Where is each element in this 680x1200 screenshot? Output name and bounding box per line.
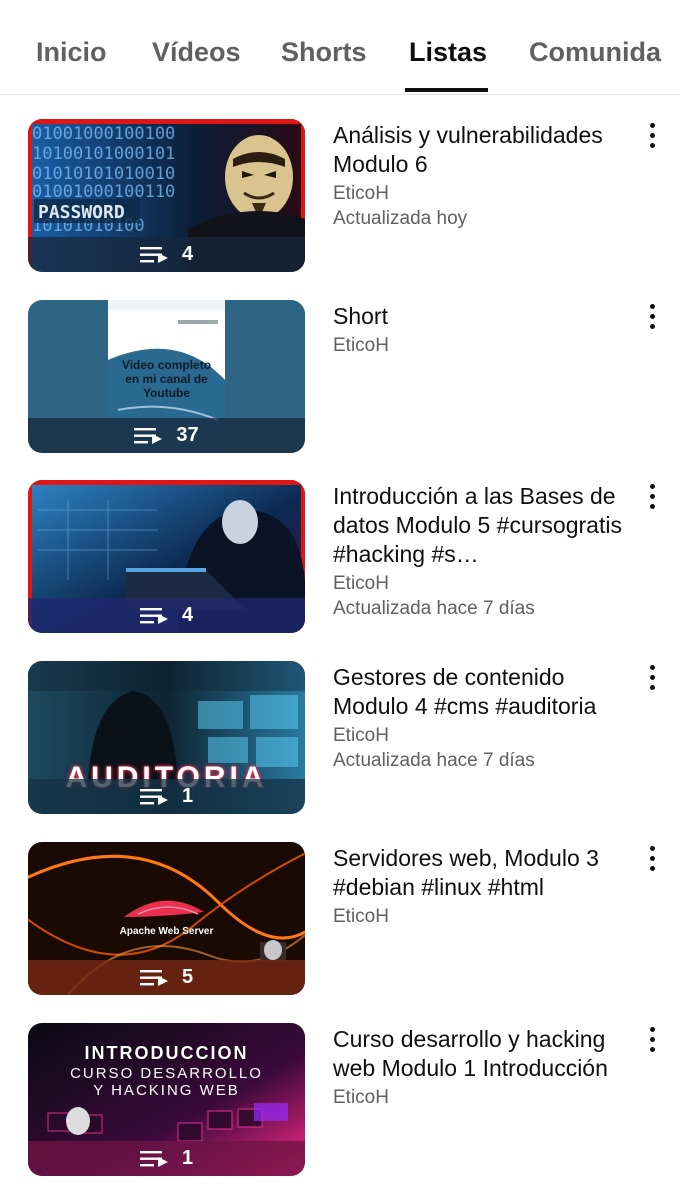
tab-shorts[interactable]: Shorts: [281, 0, 367, 94]
playlist-title[interactable]: Servidores web, Modulo 3 #debian #linux …: [333, 844, 633, 902]
playlist-title[interactable]: Curso desarrollo y hacking web Modulo 1 …: [333, 1025, 633, 1083]
playlist-thumbnail[interactable]: INTRODUCCION CURSO DESARROLLO Y HACKING …: [28, 1023, 305, 1176]
more-vert-icon[interactable]: [640, 482, 664, 510]
playlist-thumbnail[interactable]: AUDITORIA 1: [28, 661, 305, 814]
more-vert-icon[interactable]: [640, 663, 664, 691]
playlist-count-overlay: 1: [28, 779, 305, 814]
more-vert-icon[interactable]: [640, 121, 664, 149]
video-count: 4: [181, 604, 194, 626]
playlist-count-overlay: 4: [28, 237, 305, 272]
playlist-title[interactable]: Gestores de contenido Modulo 4 #cms #aud…: [333, 663, 633, 721]
more-vert-icon[interactable]: [640, 1025, 664, 1053]
playlist-item[interactable]: 01001000100100 10100101000101 0101010101…: [0, 119, 680, 279]
playlist-icon: [139, 1150, 168, 1167]
tab-videos[interactable]: Vídeos: [152, 0, 241, 94]
playlist-icon: [139, 246, 168, 263]
playlist-count-overlay: 4: [28, 598, 305, 633]
playlist-count-overlay: 37: [28, 418, 305, 453]
updated-label: Actualizada hace 7 días: [333, 750, 535, 771]
updated-label: Actualizada hace 7 días: [333, 598, 535, 619]
thumbnail-caption: Video completo en mi canal de Youtube: [121, 358, 212, 400]
playlist-icon: [134, 427, 163, 444]
playlist-icon: [139, 607, 168, 624]
thumbnail-heading: INTRODUCCION: [84, 1043, 249, 1063]
playlist-title[interactable]: Short: [333, 302, 633, 331]
thumbnail-caption: Y HACKING WEB: [93, 1082, 240, 1099]
playlist-item[interactable]: INTRODUCCION CURSO DESARROLLO Y HACKING …: [0, 1023, 680, 1183]
channel-name[interactable]: EticoH: [333, 1085, 633, 1110]
playlist-item[interactable]: Apache Web Server 5 Servidores web, Modu…: [0, 842, 680, 1002]
video-count: 37: [176, 424, 199, 446]
playlist-thumbnail[interactable]: 4: [28, 480, 305, 633]
playlist-item[interactable]: Video completo en mi canal de Youtube 37…: [0, 300, 680, 460]
tab-inicio[interactable]: Inicio: [36, 0, 107, 94]
channel-tabs: Inicio Vídeos Shorts Listas Comunida: [0, 0, 680, 95]
playlist-title[interactable]: Introducción a las Bases de datos Modulo…: [333, 482, 633, 569]
active-tab-indicator: [405, 88, 488, 92]
playlist-item[interactable]: AUDITORIA 1 Gestores de contenido Modulo…: [0, 661, 680, 821]
svg-text:01001000100100: 01001000100100: [32, 124, 175, 144]
tab-comunidad[interactable]: Comunida: [529, 0, 661, 94]
thumbnail-caption: CURSO DESARROLLO: [70, 1065, 263, 1082]
playlist-count-overlay: 1: [28, 1141, 305, 1176]
svg-text:PASSWORD: PASSWORD: [38, 202, 125, 223]
channel-name[interactable]: EticoH: [333, 904, 633, 929]
channel-name[interactable]: EticoH: [333, 571, 633, 596]
more-vert-icon[interactable]: [640, 844, 664, 872]
playlist-icon: [139, 788, 168, 805]
thumbnail-caption: Apache Web Server: [119, 926, 214, 937]
playlist-thumbnail[interactable]: 01001000100100 10100101000101 0101010101…: [28, 119, 305, 272]
video-count: 1: [181, 1147, 194, 1169]
video-count: 4: [181, 243, 194, 265]
playlist-count-overlay: 5: [28, 960, 305, 995]
playlist-title[interactable]: Análisis y vulnerabilidades Modulo 6: [333, 121, 633, 179]
tab-listas[interactable]: Listas: [409, 0, 487, 94]
playlist-icon: [139, 969, 168, 986]
updated-label: Actualizada hoy: [333, 208, 468, 229]
channel-name[interactable]: EticoH: [333, 181, 633, 206]
svg-text:10100101000101: 10100101000101: [32, 144, 175, 164]
video-count: 5: [181, 966, 194, 988]
svg-text:01010101010010: 01010101010010: [32, 164, 175, 184]
playlist-item[interactable]: 4 Introducción a las Bases de datos Modu…: [0, 480, 680, 640]
more-vert-icon[interactable]: [640, 302, 664, 330]
channel-name[interactable]: EticoH: [333, 333, 633, 358]
playlist-thumbnail[interactable]: Apache Web Server 5: [28, 842, 305, 995]
playlist-thumbnail[interactable]: Video completo en mi canal de Youtube 37: [28, 300, 305, 453]
channel-name[interactable]: EticoH: [333, 723, 633, 748]
video-count: 1: [181, 785, 194, 807]
